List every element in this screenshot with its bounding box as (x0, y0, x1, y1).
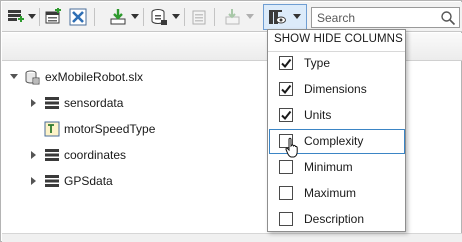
menu-item-units[interactable]: Units (269, 103, 405, 128)
move-dropdown-icon[interactable] (245, 5, 255, 29)
search-box (311, 7, 460, 28)
collapsed-arrow-icon[interactable] (29, 98, 39, 108)
menu-item-label: Minimum (304, 160, 353, 174)
checkbox-type[interactable] (279, 56, 293, 70)
show-hide-columns-menu: SHOW HIDE COLUMNS Type Dimensions Units … (267, 29, 406, 232)
hand-cursor-icon (285, 137, 298, 158)
menu-item-type[interactable]: Type (269, 51, 405, 76)
toolbar-separator (94, 8, 95, 26)
collapsed-arrow-icon[interactable] (29, 150, 39, 160)
checkbox-description[interactable] (279, 212, 293, 226)
add-bus-icon[interactable] (42, 5, 64, 29)
search-input[interactable] (312, 8, 438, 27)
bus-icon (45, 175, 59, 187)
checkbox-maximum[interactable] (279, 186, 293, 200)
type-icon (44, 121, 60, 137)
menu-item-label: Type (304, 56, 331, 70)
tree-item-label: motorSpeedType (64, 122, 156, 136)
add-row-dropdown-icon[interactable] (27, 5, 37, 29)
move-icon[interactable] (222, 5, 244, 29)
show-hide-columns-dropdown-icon[interactable] (292, 5, 302, 29)
bus-icon (45, 97, 59, 109)
export-icon[interactable] (189, 5, 211, 29)
bus-icon (45, 149, 59, 161)
import-icon[interactable] (107, 5, 129, 29)
expanded-arrow-icon[interactable] (9, 72, 19, 82)
tree-item-label: GPSdata (64, 174, 113, 188)
checkmark-icon (281, 58, 292, 69)
checkmark-icon (281, 110, 292, 121)
menu-item-label: Description (304, 212, 365, 226)
tree-item-label: sensordata (64, 96, 124, 110)
menu-item-description[interactable]: Description (269, 207, 405, 232)
bus-editor-window: exMobileRobot.slx sensordata motorSpeedT… (0, 0, 462, 242)
menu-item-dimensions[interactable]: Dimensions (269, 77, 405, 102)
horizontal-scrollbar[interactable] (2, 233, 462, 242)
checkbox-minimum[interactable] (279, 160, 293, 174)
checkmark-icon (281, 84, 292, 95)
tree-item-label: exMobileRobot.slx (45, 70, 144, 84)
show-hide-columns-icon[interactable] (266, 5, 288, 29)
save-dictionary-icon[interactable] (148, 5, 170, 29)
menu-item-maximum[interactable]: Maximum (269, 181, 405, 206)
search-icon[interactable] (440, 10, 456, 26)
menu-item-label: Maximum (304, 186, 357, 200)
toolbar-separator (214, 8, 215, 26)
menu-item-label: Units (304, 108, 332, 122)
import-dropdown-icon[interactable] (130, 5, 140, 29)
collapsed-arrow-icon[interactable] (29, 176, 39, 186)
menu-item-label: Dimensions (304, 82, 367, 96)
add-row-icon[interactable] (5, 5, 27, 29)
menu-title: SHOW HIDE COLUMNS (274, 33, 403, 45)
save-dictionary-dropdown-icon[interactable] (171, 5, 181, 29)
menu-item-label: Complexity (304, 134, 364, 148)
toolbar-separator (184, 8, 185, 26)
toolbar (2, 2, 462, 32)
checkbox-dimensions[interactable] (279, 82, 293, 96)
toolbar-separator (143, 8, 144, 26)
toolbar-separator (39, 8, 40, 26)
tree-item-label: coordinates (64, 148, 127, 162)
model-file-icon (25, 70, 40, 85)
checkbox-units[interactable] (279, 108, 293, 122)
delete-icon[interactable] (67, 5, 89, 29)
